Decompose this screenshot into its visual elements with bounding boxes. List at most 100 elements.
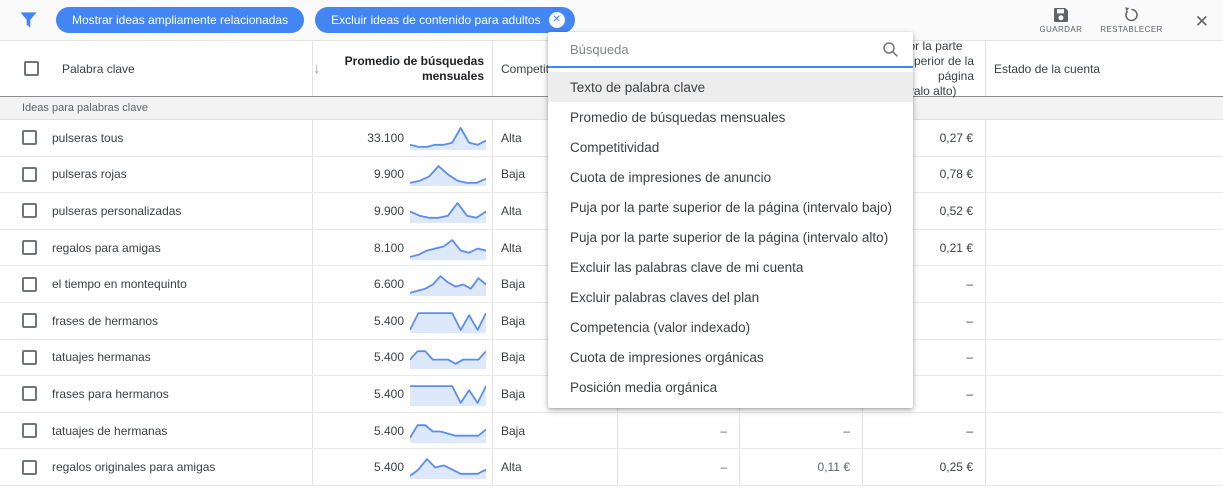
- reset-icon: [1125, 6, 1138, 21]
- avg-searches-value: 5.400: [373, 350, 404, 365]
- competition-cell: Baja: [493, 412, 618, 449]
- dropdown-list: Texto de palabra clave Promedio de búsque…: [548, 68, 913, 402]
- top-bid-low-cell: 0,11 €: [740, 449, 863, 485]
- dropdown-item[interactable]: Promedio de búsquedas mensuales: [548, 102, 913, 132]
- dropdown-item[interactable]: Competencia (valor indexado): [548, 312, 913, 342]
- keyword-cell: frases para hermanos: [0, 376, 313, 412]
- table-row[interactable]: regalos originales para amigas 5.400 Alta –…: [0, 449, 1223, 486]
- account-status-cell: [986, 413, 1223, 449]
- avg-searches-cell: 5.400: [313, 449, 493, 485]
- keyword-cell: el tiempo en montequinto: [0, 266, 313, 302]
- trend-sparkline: [410, 458, 486, 480]
- keyword-label: regalos originales para amigas: [52, 460, 216, 475]
- search-icon: [883, 41, 898, 57]
- keyword-cell: frases de hermanos: [0, 302, 313, 339]
- keyword-label: frases de hermanos: [52, 313, 159, 328]
- section-label: Ideas para palabras clave: [22, 102, 148, 114]
- account-status-cell: [986, 266, 1223, 302]
- avg-searches-value: 5.400: [373, 313, 404, 328]
- trend-sparkline: [410, 275, 486, 297]
- chip-exclude-adult[interactable]: Excluir ideas de contenido para adultos …: [315, 7, 575, 33]
- dropdown-item[interactable]: Posición media orgánica: [548, 372, 913, 402]
- trend-sparkline: [410, 202, 486, 223]
- dropdown-item[interactable]: Texto de palabra clave: [548, 72, 913, 102]
- avg-searches-value: 6.600: [373, 277, 404, 292]
- avg-searches-cell: 9.900: [313, 193, 493, 229]
- trend-sparkline: [410, 423, 486, 443]
- header-avg-label: Promedio de búsquedas mensuales: [344, 53, 484, 83]
- close-panel-icon[interactable]: ✕: [1181, 12, 1223, 32]
- account-status-cell: [986, 193, 1223, 229]
- save-button[interactable]: GUARDAR: [1039, 7, 1082, 34]
- sort-descending-icon: ↓: [313, 60, 321, 77]
- avg-searches-value: 9.900: [373, 167, 404, 182]
- avg-searches-value: 8.100: [373, 240, 404, 255]
- account-status-cell: [986, 120, 1223, 156]
- avg-searches-cell: 5.400: [313, 339, 493, 376]
- search-input[interactable]: [570, 41, 882, 57]
- row-checkbox[interactable]: [22, 166, 37, 182]
- avg-searches-value: 5.400: [373, 386, 404, 401]
- dropdown-item[interactable]: Excluir palabras claves del plan: [548, 282, 913, 312]
- trend-sparkline: [410, 238, 486, 260]
- row-checkbox[interactable]: [22, 349, 37, 365]
- toolbar-actions: GUARDAR RESTABLECER ✕: [1039, 6, 1223, 34]
- account-status-cell: [986, 376, 1223, 412]
- keyword-cell: regalos originales para amigas: [0, 449, 313, 485]
- dropdown-item[interactable]: Puja por la parte superior de la página …: [548, 222, 913, 252]
- row-checkbox[interactable]: [22, 276, 37, 292]
- dropdown-item[interactable]: Cuota de impresiones de anuncio: [548, 162, 913, 192]
- table-row[interactable]: tatuajes de hermanas 5.400 Baja – – –: [0, 412, 1223, 450]
- avg-searches-value: 5.400: [373, 423, 404, 438]
- competition-cell: Alta: [493, 449, 618, 485]
- dropdown-item[interactable]: Puja por la parte superior de la página …: [548, 192, 913, 222]
- keyword-label: el tiempo en montequinto: [52, 277, 187, 292]
- trend-sparkline: [410, 165, 486, 187]
- keyword-label: regalos para amigas: [52, 240, 161, 255]
- top-bid-high-cell: 0,25 €: [863, 449, 986, 485]
- account-status-cell: [986, 340, 1223, 376]
- dropdown-item[interactable]: Competitividad: [548, 132, 913, 162]
- header-keyword-label: Palabra clave: [62, 61, 135, 76]
- top-bid-high-cell: –: [863, 412, 986, 449]
- keyword-label: pulseras tous: [52, 130, 124, 145]
- keyword-label: pulseras personalizadas: [52, 203, 182, 218]
- chip-broadly-related[interactable]: Mostrar ideas ampliamente relacionadas: [56, 7, 305, 33]
- row-checkbox[interactable]: [22, 459, 37, 475]
- row-checkbox[interactable]: [22, 423, 37, 439]
- keyword-label: pulseras rojas: [52, 167, 127, 182]
- header-account-status: Estado de la cuenta: [986, 41, 1223, 96]
- avg-searches-value: 9.900: [373, 203, 404, 218]
- header-avg-searches[interactable]: ↓ Promedio de búsquedas mensuales: [313, 41, 493, 96]
- keyword-cell: pulseras personalizadas: [0, 193, 313, 229]
- avg-searches-cell: 6.600: [313, 266, 493, 302]
- avg-searches-cell: 5.400: [313, 376, 493, 412]
- chip-remove-icon[interactable]: ✕: [548, 12, 565, 28]
- keyword-cell: pulseras rojas: [0, 156, 313, 193]
- account-status-cell: [986, 230, 1223, 266]
- keyword-label: tatuajes de hermanas: [52, 423, 168, 438]
- top-bid-low-cell: –: [740, 412, 863, 449]
- row-checkbox[interactable]: [22, 203, 37, 219]
- keyword-cell: pulseras tous: [0, 120, 313, 156]
- trend-sparkline: [410, 350, 486, 370]
- dropdown-search-row: [548, 32, 913, 68]
- column-picker-dropdown: Texto de palabra clavePromedio de búsque…: [548, 32, 913, 408]
- select-all-checkbox[interactable]: [24, 61, 39, 76]
- avg-searches-value: 33.100: [367, 130, 404, 145]
- row-checkbox[interactable]: [22, 386, 37, 402]
- dropdown-item[interactable]: Excluir las palabras clave de mi cuenta: [548, 252, 913, 282]
- keyword-label: tatuajes hermanas: [52, 350, 151, 365]
- row-checkbox[interactable]: [22, 130, 37, 146]
- chip-exclude-adult-label: Excluir ideas de contenido para adultos: [331, 13, 541, 27]
- reset-button[interactable]: RESTABLECER: [1100, 6, 1163, 34]
- account-status-cell: [986, 303, 1223, 339]
- row-checkbox[interactable]: [22, 240, 37, 256]
- avg-searches-cell: 5.400: [313, 302, 493, 339]
- ad-impression-share-cell: –: [618, 412, 740, 449]
- dropdown-item[interactable]: Cuota de impresiones orgánicas: [548, 342, 913, 372]
- row-checkbox[interactable]: [22, 313, 37, 329]
- account-status-cell: [986, 157, 1223, 193]
- account-status-cell: [986, 449, 1223, 485]
- filter-icon[interactable]: [0, 11, 56, 30]
